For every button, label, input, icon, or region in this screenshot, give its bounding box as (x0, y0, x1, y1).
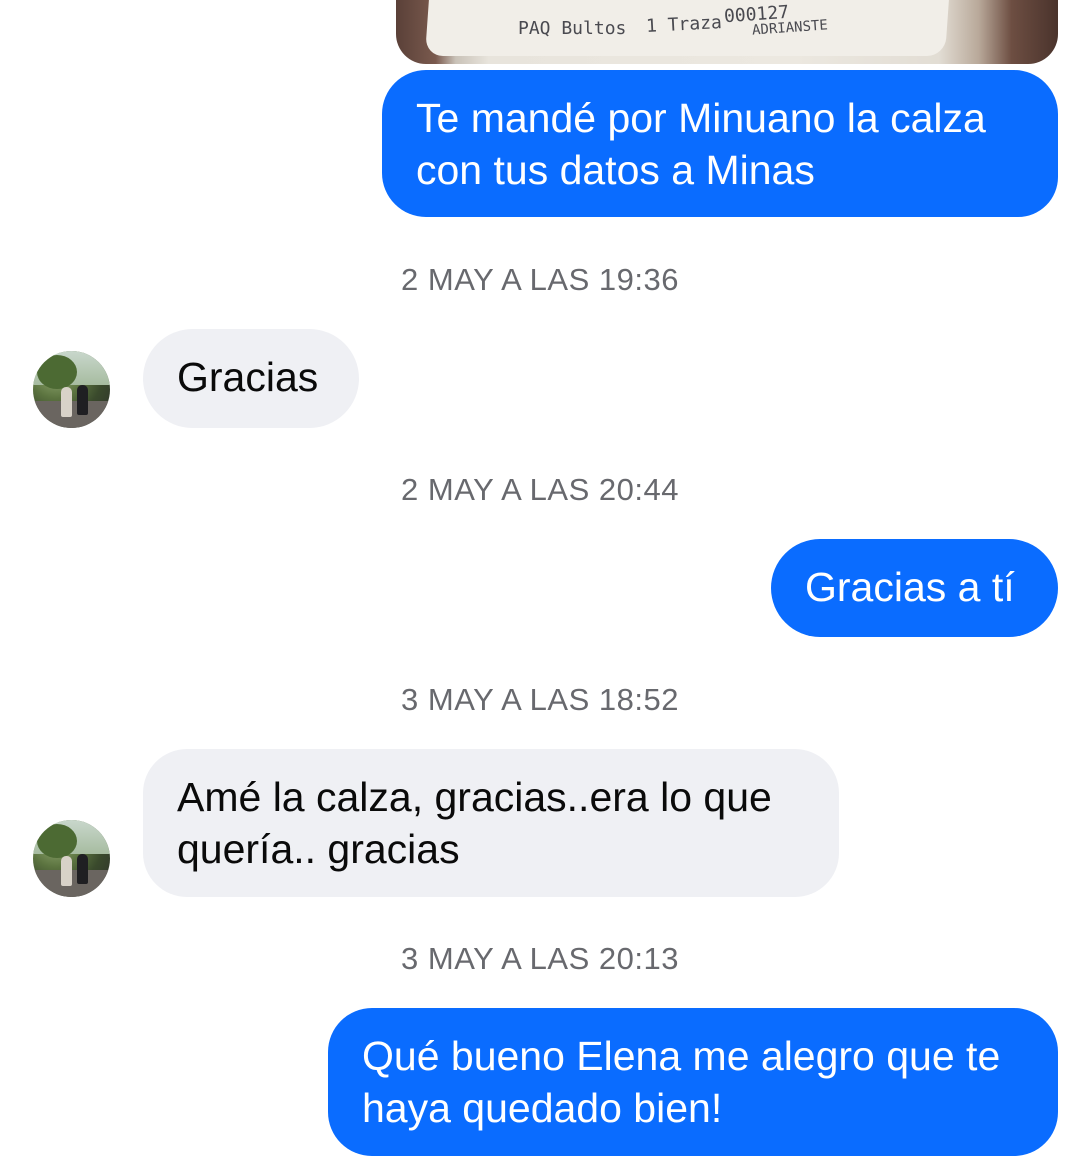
message-text: Gracias (177, 354, 319, 400)
incoming-message[interactable]: Amé la calza, gracias..era lo que quería… (143, 749, 839, 897)
message-text: Amé la calza, gracias..era lo que quería… (177, 774, 772, 872)
outgoing-message[interactable]: Qué bueno Elena me alegro que te haya qu… (328, 1008, 1058, 1156)
outgoing-message[interactable]: Gracias a tí (771, 539, 1058, 637)
outgoing-message[interactable]: Te mandé por Minuano la calza con tus da… (382, 70, 1058, 217)
message-timestamp: 2 MAY A LAS 19:36 (401, 262, 679, 297)
message-text: Gracias a tí (805, 564, 1015, 610)
message-timestamp: 3 MAY A LAS 20:13 (401, 941, 679, 976)
message-text: Te mandé por Minuano la calza con tus da… (416, 95, 986, 193)
receipt-text-left: PAQ Bultos (518, 18, 627, 39)
contact-avatar[interactable] (33, 351, 110, 428)
contact-avatar[interactable] (33, 820, 110, 897)
message-timestamp: 2 MAY A LAS 20:44 (401, 472, 679, 507)
receipt-text-mid: 1 Traza (645, 12, 723, 37)
incoming-message[interactable]: Gracias (143, 329, 359, 428)
message-timestamp: 3 MAY A LAS 18:52 (401, 682, 679, 717)
message-text: Qué bueno Elena me alegro que te haya qu… (362, 1033, 1001, 1131)
photo-attachment[interactable]: PAQ Bultos 1 Traza 000127 ADRIANSTE (396, 0, 1058, 64)
